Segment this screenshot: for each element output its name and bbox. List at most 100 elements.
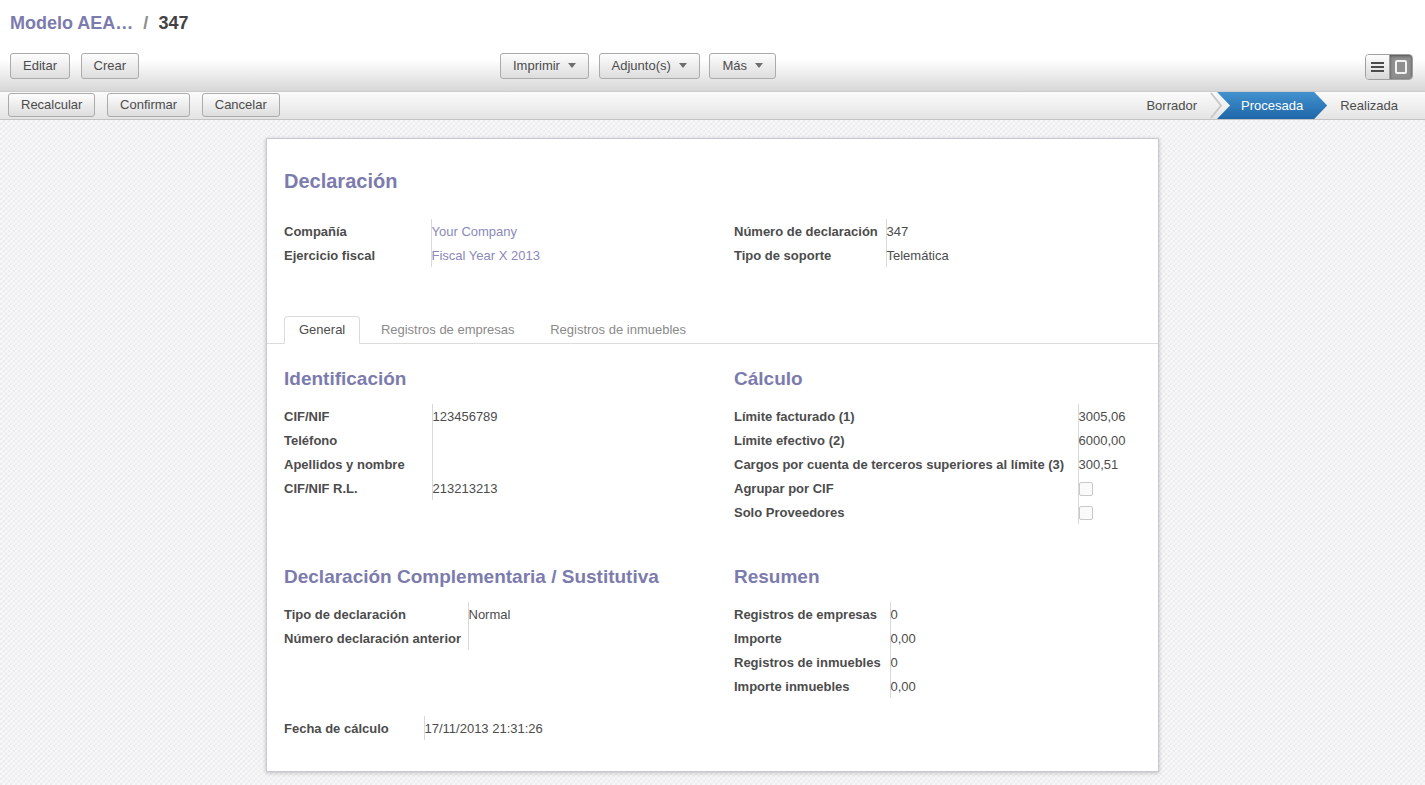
tipo-soporte-label: Tipo de soporte <box>734 243 886 267</box>
document-buttons: Imprimir Adjunto(s) Más <box>500 53 782 79</box>
compania-label: Compañía <box>284 219 431 243</box>
breadcrumb: Modelo AEA… / 347 <box>0 0 1425 34</box>
tipo-soporte-value: Telemática <box>887 248 949 263</box>
cif-nif-rl-label: CIF/NIF R.L. <box>284 476 432 500</box>
status-step-borrador: Borrador <box>1133 92 1210 119</box>
caret-down-icon <box>568 63 576 68</box>
list-view-icon <box>1371 62 1384 72</box>
field-row-registros-empresas: Registros de empresas 0 <box>734 602 1141 626</box>
field-row-compania: Compañía Your Company <box>284 219 716 243</box>
agrupar-por-cif-label: Agrupar por CIF <box>734 476 1078 500</box>
limite-efectivo-label: Límite efectivo (2) <box>734 428 1078 452</box>
more-dropdown-button[interactable]: Más <box>709 53 776 79</box>
breadcrumb-current: 347 <box>158 13 188 33</box>
section-identificacion: Identificación CIF/NIF 123456789 Teléfon… <box>284 368 716 524</box>
field-row-ejercicio-fiscal: Ejercicio fiscal Fiscal Year X 2013 <box>284 243 716 267</box>
tipo-declaracion-value: Normal <box>469 607 511 622</box>
apellidos-label: Apellidos y nombre <box>284 452 432 476</box>
cif-nif-label: CIF/NIF <box>284 404 432 428</box>
form-sheet: Declaración Compañía Your Company Ejerci… <box>266 138 1159 772</box>
cif-nif-value: 123456789 <box>433 409 498 424</box>
record-buttons: Editar Crear <box>10 53 146 79</box>
registros-inmuebles-value: 0 <box>891 655 898 670</box>
importe-label: Importe <box>734 626 890 650</box>
field-row-tipo-declaracion: Tipo de declaración Normal <box>284 602 716 626</box>
numero-declaracion-anterior-label: Número declaración anterior <box>284 626 468 650</box>
list-view-button[interactable] <box>1366 55 1389 79</box>
form-background: Declaración Compañía Your Company Ejerci… <box>0 120 1425 785</box>
tipo-declaracion-label: Tipo de declaración <box>284 602 468 626</box>
agrupar-por-cif-checkbox[interactable] <box>1079 482 1093 496</box>
registros-inmuebles-label: Registros de inmuebles <box>734 650 890 674</box>
registros-empresas-value: 0 <box>891 607 898 622</box>
field-row-numero-declaracion: Número de declaración 347 <box>734 219 1141 243</box>
print-label: Imprimir <box>513 58 560 73</box>
field-row-importe: Importe 0,00 <box>734 626 1141 650</box>
limite-facturado-label: Límite facturado (1) <box>734 404 1078 428</box>
field-row-limite-facturado: Límite facturado (1) 3005,06 <box>734 404 1141 428</box>
compania-value-link[interactable]: Your Company <box>432 224 518 239</box>
field-row-limite-efectivo: Límite efectivo (2) 6000,00 <box>734 428 1141 452</box>
workflow-bar: Recalcular Confirmar Cancelar Borrador P… <box>0 91 1425 120</box>
field-row-solo-proveedores: Solo Proveedores <box>734 500 1141 524</box>
confirm-button[interactable]: Confirmar <box>107 93 190 117</box>
registros-empresas-label: Registros de empresas <box>734 602 890 626</box>
importe-value: 0,00 <box>891 631 916 646</box>
header-right-fields: Número de declaración 347 Tipo de soport… <box>734 219 1141 267</box>
solo-proveedores-label: Solo Proveedores <box>734 500 1078 524</box>
field-row-numero-declaracion-anterior: Número declaración anterior <box>284 626 716 650</box>
more-label: Más <box>722 58 747 73</box>
section-complementaria: Declaración Complementaria / Sustitutiva… <box>284 566 716 698</box>
status-step-procesada-active: Procesada <box>1217 92 1327 119</box>
tab-general[interactable]: General <box>284 316 360 344</box>
attachments-label: Adjunto(s) <box>612 58 671 73</box>
field-row-apellidos: Apellidos y nombre <box>284 452 716 476</box>
action-row: Editar Crear Imprimir Adjunto(s) Más <box>0 53 1425 80</box>
notebook-tabs: General Registros de empresas Registros … <box>267 316 1158 344</box>
numero-declaracion-value: 347 <box>887 224 909 239</box>
numero-declaracion-label: Número de declaración <box>734 219 886 243</box>
identificacion-title: Identificación <box>284 368 716 390</box>
ejercicio-fiscal-label: Ejercicio fiscal <box>284 243 431 267</box>
form-view-icon <box>1395 60 1407 74</box>
importe-inmuebles-label: Importe inmuebles <box>734 674 890 698</box>
field-row-agrupar-por-cif: Agrupar por CIF <box>734 476 1141 500</box>
field-row-telefono: Teléfono <box>284 428 716 452</box>
footer-field-group: Fecha de cálculo 17/11/2013 21:31:26 <box>284 716 716 740</box>
caret-down-icon <box>679 63 687 68</box>
tab-registros-de-empresas[interactable]: Registros de empresas <box>366 316 530 344</box>
statusbar: Borrador Procesada Realizada <box>1133 92 1411 119</box>
section-calculo: Cálculo Límite facturado (1) 3005,06 Lím… <box>734 368 1141 524</box>
complementaria-title: Declaración Complementaria / Sustitutiva <box>284 566 716 588</box>
edit-button[interactable]: Editar <box>10 53 70 79</box>
tab-registros-de-inmuebles[interactable]: Registros de inmuebles <box>535 316 701 344</box>
recalculate-button[interactable]: Recalcular <box>8 93 95 117</box>
create-button[interactable]: Crear <box>81 53 140 79</box>
ejercicio-fiscal-value-link[interactable]: Fiscal Year X 2013 <box>432 248 540 263</box>
limite-efectivo-value: 6000,00 <box>1079 433 1126 448</box>
status-step-realizada: Realizada <box>1327 92 1411 119</box>
header-left-fields: Compañía Your Company Ejercicio fiscal F… <box>284 219 716 267</box>
header-field-group: Compañía Your Company Ejercicio fiscal F… <box>284 219 1141 267</box>
print-dropdown-button[interactable]: Imprimir <box>500 53 589 79</box>
field-row-tipo-soporte: Tipo de soporte Telemática <box>734 243 1141 267</box>
attachments-dropdown-button[interactable]: Adjunto(s) <box>599 53 700 79</box>
breadcrumb-separator: / <box>138 13 153 33</box>
field-row-cif-nif: CIF/NIF 123456789 <box>284 404 716 428</box>
resumen-title: Resumen <box>734 566 1141 588</box>
sheet-title: Declaración <box>284 170 1141 193</box>
limite-facturado-value: 3005,06 <box>1079 409 1126 424</box>
top-toolbar: Modelo AEA… / 347 Editar Crear Imprimir … <box>0 0 1425 91</box>
breadcrumb-parent-link[interactable]: Modelo AEA… <box>10 13 133 33</box>
field-row-cif-nif-rl: CIF/NIF R.L. 213213213 <box>284 476 716 500</box>
cancel-button[interactable]: Cancelar <box>202 93 280 117</box>
importe-inmuebles-value: 0,00 <box>891 679 916 694</box>
view-switcher <box>1365 54 1413 80</box>
form-view-button[interactable] <box>1389 55 1412 79</box>
section-resumen: Resumen Registros de empresas 0 Importe … <box>734 566 1141 698</box>
caret-down-icon <box>755 63 763 68</box>
cargos-terceros-label: Cargos por cuenta de terceros superiores… <box>734 452 1078 476</box>
solo-proveedores-checkbox[interactable] <box>1079 506 1093 520</box>
fecha-calculo-value: 17/11/2013 21:31:26 <box>425 721 543 736</box>
section-row-1: Identificación CIF/NIF 123456789 Teléfon… <box>284 368 1141 524</box>
